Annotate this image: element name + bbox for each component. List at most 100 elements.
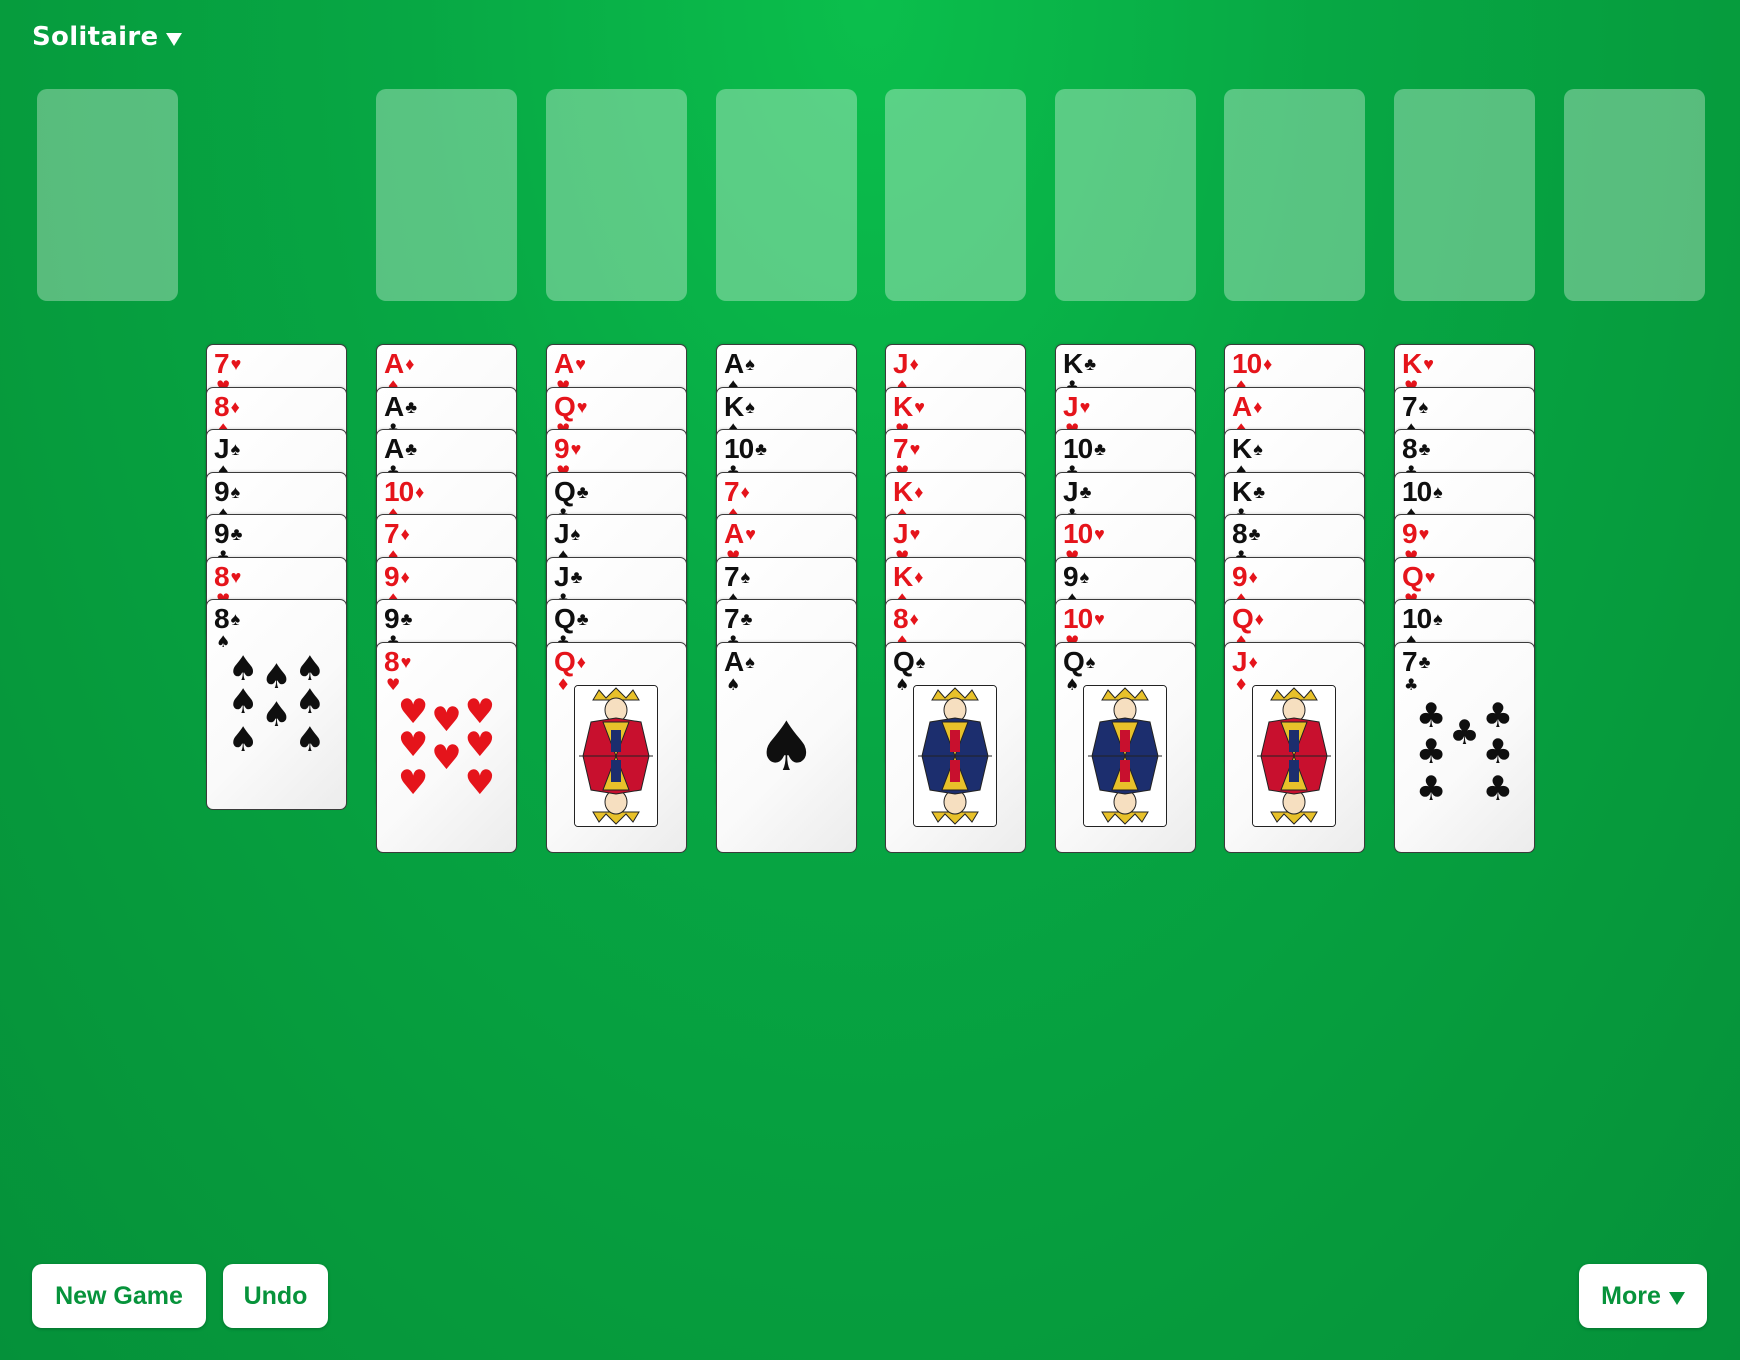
card-rank: 8 ♠: [214, 603, 240, 634]
card-rank: A ♦: [1232, 391, 1262, 422]
heart-icon: ♥: [914, 397, 925, 417]
heart-icon: ♥: [397, 691, 429, 732]
card-8-of-hearts[interactable]: 8♥♥♥♥♥♥♥♥♥♥: [376, 642, 517, 853]
spade-icon: ♠: [740, 567, 751, 587]
card-rank: J ♣: [1063, 476, 1092, 507]
heart-icon: ♥: [230, 567, 242, 587]
card-rank: Q ♥: [1402, 561, 1435, 592]
diamond-icon: ♦: [1248, 652, 1258, 672]
heart-icon: ♥: [570, 439, 582, 459]
club-icon: ♣: [1084, 354, 1096, 374]
foundation-slot[interactable]: [1394, 89, 1535, 301]
card-rank: 7 ♦: [724, 476, 750, 507]
card-rank: J ♥: [1063, 391, 1090, 422]
card-rank: K ♥: [1402, 348, 1434, 379]
heart-icon: ♥: [464, 763, 496, 804]
club-icon: ♣: [755, 439, 767, 459]
diamond-icon: ♦: [1248, 567, 1258, 587]
stock-slot[interactable]: [37, 89, 178, 301]
heart-icon: ♥: [1094, 524, 1105, 544]
card-queen-of-spades[interactable]: Q ♠ ♠: [1055, 642, 1196, 853]
card-rank: 8 ♥: [214, 561, 242, 592]
card-rank: A ♣: [384, 391, 417, 422]
card-rank: A ♦: [384, 348, 414, 379]
card-8-of-spades[interactable]: 8 ♠ ♠ ♠ ♠ ♠ ♠ ♠ ♠ ♠ ♠: [206, 599, 347, 810]
foundation-slot[interactable]: [376, 89, 517, 301]
card-queen-of-spades[interactable]: Q ♠ ♠: [885, 642, 1026, 853]
heart-icon: ♥: [576, 397, 588, 417]
heart-icon: ♥: [575, 354, 586, 374]
diamond-icon: ♦: [405, 354, 414, 374]
foundation-slot[interactable]: [1564, 89, 1705, 301]
more-button[interactable]: More: [1579, 1264, 1707, 1328]
foundation-slot[interactable]: [885, 89, 1026, 301]
game-title: Solitaire: [32, 22, 159, 52]
card-jack-of-diamonds[interactable]: J♦♦: [1224, 642, 1365, 853]
card-rank: Q ♣: [554, 603, 589, 634]
spade-icon: ♠: [570, 524, 581, 544]
game-menu-button[interactable]: Solitaire: [32, 22, 183, 52]
card-rank: A ♠: [724, 646, 755, 677]
card-7-of-clubs[interactable]: 7♣♣♣♣♣♣♣♣♣: [1394, 642, 1535, 853]
spade-icon: ♠: [1085, 652, 1096, 672]
card-rank: 7 ♣: [724, 603, 753, 634]
card-rank: J ♣: [554, 561, 582, 592]
club-icon: ♣: [1418, 439, 1431, 459]
club-icon: ♣: [230, 524, 243, 544]
club-icon: ♣: [740, 609, 753, 629]
card-rank: 9 ♠: [1063, 561, 1089, 592]
card-rank: 7 ♠: [1402, 391, 1429, 422]
face-card-art: [574, 685, 658, 827]
card-rank: J ♦: [1232, 646, 1258, 677]
club-icon: ♣: [1415, 696, 1447, 737]
foundation-slot[interactable]: [1224, 89, 1365, 301]
card-rank: 9 ♦: [1232, 561, 1258, 592]
diamond-icon: ♦: [556, 675, 571, 694]
spade-icon: ♠: [294, 720, 326, 761]
card-rank: K ♥: [893, 391, 925, 422]
card-rank: 10 ♣: [1063, 433, 1106, 464]
new-game-button[interactable]: New Game: [32, 1264, 206, 1328]
heart-icon: ♥: [745, 524, 756, 544]
card-rank: A ♥: [554, 348, 586, 379]
card-rank: J ♠: [214, 433, 241, 464]
diamond-icon: ♦: [415, 482, 424, 502]
diamond-icon: ♦: [230, 397, 240, 417]
spade-icon: ♠: [1418, 397, 1429, 417]
heart-icon: ♥: [397, 725, 429, 766]
diamond-icon: ♦: [914, 567, 923, 587]
card-rank: 7 ♥: [214, 348, 241, 379]
spade-icon: ♠: [227, 682, 259, 723]
heart-icon: ♥: [909, 524, 921, 544]
card-rank: K ♠: [724, 391, 755, 422]
card-rank: Q ♥: [554, 391, 588, 422]
card-rank: 9 ♥: [1402, 518, 1429, 549]
spade-icon: ♠: [230, 439, 241, 459]
card-ace-of-spades[interactable]: A♠♠♠: [716, 642, 857, 853]
diamond-icon: ♦: [740, 482, 750, 502]
card-rank: 9 ♥: [554, 433, 582, 464]
diamond-icon: ♦: [1253, 397, 1262, 417]
spade-icon: ♠: [261, 694, 292, 735]
heart-icon: ♥: [386, 675, 401, 694]
foundation-slot[interactable]: [546, 89, 687, 301]
spade-icon: ♠: [294, 648, 326, 689]
foundation-slot[interactable]: [1055, 89, 1196, 301]
club-icon: ♣: [576, 609, 589, 629]
club-icon: ♣: [1415, 769, 1447, 810]
diamond-icon: ♦: [1234, 675, 1249, 694]
club-icon: ♣: [1079, 482, 1092, 502]
club-icon: ♣: [405, 439, 417, 459]
card-rank: 10 ♥: [1063, 518, 1105, 549]
spade-icon: ♠: [227, 720, 259, 761]
card-queen-of-diamonds[interactable]: Q♦♦: [546, 642, 687, 853]
face-card-art: [1252, 685, 1336, 827]
card-rank: A ♥: [724, 518, 756, 549]
card-rank: J ♠: [554, 518, 581, 549]
club-icon: ♣: [1482, 731, 1514, 772]
card-rank: K ♠: [1232, 433, 1263, 464]
heart-icon: ♥: [464, 691, 496, 732]
undo-button[interactable]: Undo: [223, 1264, 328, 1328]
foundation-slot[interactable]: [716, 89, 857, 301]
spade-icon: ♠: [745, 397, 755, 417]
